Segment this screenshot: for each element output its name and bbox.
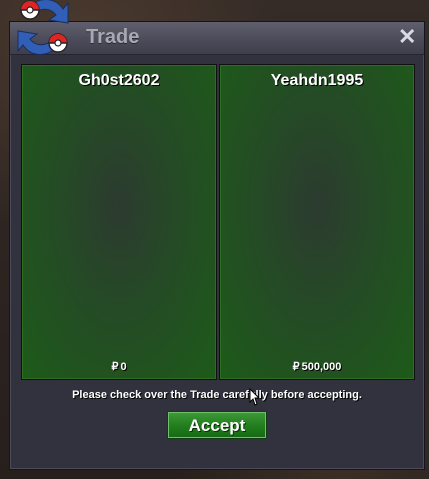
- offer-amount-left: ₽0: [22, 360, 216, 373]
- currency-icon: ₽: [292, 361, 300, 373]
- offer-value-right: 500,000: [301, 361, 342, 373]
- close-button[interactable]: ✕: [398, 26, 416, 48]
- trade-window: Trade ✕ Gh0st2602 ₽0 Yeahdn1995 ₽500,000…: [9, 21, 425, 470]
- window-title: Trade: [86, 26, 140, 48]
- accept-button[interactable]: Accept: [167, 411, 267, 439]
- trade-logo-icon: [17, 0, 69, 55]
- trade-notice: Please check over the Trade carefully be…: [72, 389, 362, 401]
- accept-label: Accept: [188, 416, 246, 435]
- offer-value-left: 0: [120, 361, 127, 373]
- offer-amount-right: ₽500,000: [220, 360, 414, 373]
- mouse-cursor-icon: [249, 388, 259, 406]
- player-offer-panel-left: Gh0st2602 ₽0: [21, 64, 217, 380]
- player-name-left: Gh0st2602: [78, 72, 160, 89]
- player-offer-panel-right: Yeahdn1995 ₽500,000: [219, 64, 415, 380]
- player-name-right: Yeahdn1995: [270, 72, 364, 89]
- currency-icon: ₽: [111, 361, 119, 373]
- close-icon: ✕: [398, 24, 417, 49]
